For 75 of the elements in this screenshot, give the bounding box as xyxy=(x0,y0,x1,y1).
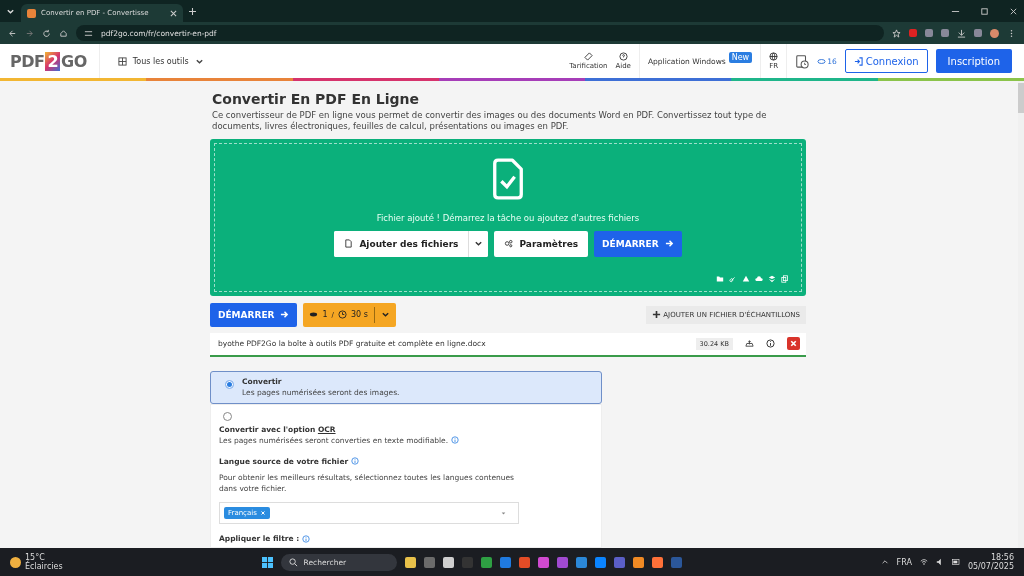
page-title: Convertir En PDF En Ligne xyxy=(212,91,420,107)
battery-icon[interactable] xyxy=(951,558,960,566)
search-icon xyxy=(288,557,298,567)
weather-icon[interactable] xyxy=(10,556,21,568)
info-icon[interactable] xyxy=(766,339,775,349)
radio-button[interactable] xyxy=(223,411,232,421)
app-icon[interactable] xyxy=(442,556,454,568)
speaker-icon[interactable] xyxy=(935,558,944,566)
chevron-up-icon[interactable] xyxy=(880,558,889,566)
home-icon[interactable] xyxy=(59,28,68,38)
favicon-icon xyxy=(27,8,36,18)
download-icon[interactable] xyxy=(957,28,966,38)
tools-menu-button[interactable]: Tous les outils xyxy=(107,56,214,66)
wifi-icon[interactable] xyxy=(919,558,928,566)
add-files-dropdown[interactable] xyxy=(468,230,489,257)
temperature: 15°C xyxy=(25,553,45,562)
plus-icon xyxy=(652,310,662,320)
close-icon xyxy=(789,339,798,349)
app-icon[interactable] xyxy=(537,556,549,568)
cloud-upload-icon[interactable] xyxy=(745,339,754,349)
clipboard-clock-icon[interactable] xyxy=(795,53,810,69)
folder-icon[interactable] xyxy=(716,274,724,283)
arrow-right-icon xyxy=(664,239,674,249)
start-button[interactable]: DÉMARRER xyxy=(210,302,298,327)
arrow-right-icon xyxy=(280,310,290,320)
conversion-option[interactable] xyxy=(210,403,602,548)
restore-icon[interactable] xyxy=(980,6,989,16)
radio-button[interactable] xyxy=(225,379,234,389)
close-icon[interactable] xyxy=(1009,6,1018,16)
signup-button[interactable]: Inscription xyxy=(935,49,1012,73)
back-icon[interactable] xyxy=(8,28,17,38)
start-button[interactable]: DÉMARRER xyxy=(594,230,682,257)
clock-icon xyxy=(337,310,347,320)
coin-icon xyxy=(817,56,827,66)
chevron-down-icon xyxy=(380,310,390,320)
new-tab-icon[interactable] xyxy=(189,7,196,15)
cloud-drive-icon[interactable] xyxy=(742,274,750,283)
tag-icon xyxy=(583,52,593,61)
remove-file-button[interactable] xyxy=(787,337,800,351)
file-check-icon xyxy=(491,157,525,200)
profile-avatar[interactable] xyxy=(990,28,999,38)
clock[interactable]: 18:56 05/07/2025 xyxy=(967,553,1014,571)
help-icon xyxy=(618,52,628,61)
app-icon[interactable] xyxy=(632,556,644,568)
time-estimate: 30 s xyxy=(350,310,368,320)
app-icon[interactable] xyxy=(575,556,587,568)
grid-icon xyxy=(117,56,127,66)
new-badge: New xyxy=(728,51,753,63)
input-language[interactable]: FRA xyxy=(896,557,912,567)
app-icon[interactable] xyxy=(594,556,606,568)
file-count: 1 xyxy=(322,310,328,320)
weather-condition: Éclaircies xyxy=(25,562,63,571)
remove-tag-icon[interactable] xyxy=(259,510,266,516)
windows-start-icon[interactable] xyxy=(261,556,273,568)
settings-button[interactable]: Paramètres xyxy=(494,230,589,257)
page-description: Ce convertisseur de PDF en ligne vous permet de convertir des images ou des documents Word en PDF. Convertissez tout type de documents, livres électroniques, feuilles de calcul, présentations ou images en PDF. xyxy=(212,110,768,133)
copy-icon[interactable] xyxy=(781,274,789,283)
reload-icon[interactable] xyxy=(42,28,51,38)
close-icon[interactable] xyxy=(170,9,177,17)
star-icon[interactable] xyxy=(892,28,901,38)
login-button[interactable]: Connexion xyxy=(844,49,928,73)
chevron-down-icon xyxy=(474,239,484,249)
app-icon[interactable] xyxy=(404,556,416,568)
site-settings-icon[interactable] xyxy=(84,28,93,38)
app-icon[interactable] xyxy=(651,556,663,568)
app-icon[interactable] xyxy=(480,556,492,568)
box-icon[interactable] xyxy=(768,274,776,283)
sign-in-icon xyxy=(853,56,863,66)
cloud-icon[interactable] xyxy=(755,274,763,283)
globe-icon xyxy=(769,52,779,61)
upload-status-message: Fichier ajouté ! Démarrez la tâche ou ajoutez d'autres fichiers xyxy=(376,212,640,223)
scrollbar[interactable] xyxy=(1018,81,1024,548)
file-add-icon xyxy=(344,239,354,249)
gears-icon xyxy=(504,239,514,249)
forward-icon[interactable] xyxy=(25,28,34,38)
